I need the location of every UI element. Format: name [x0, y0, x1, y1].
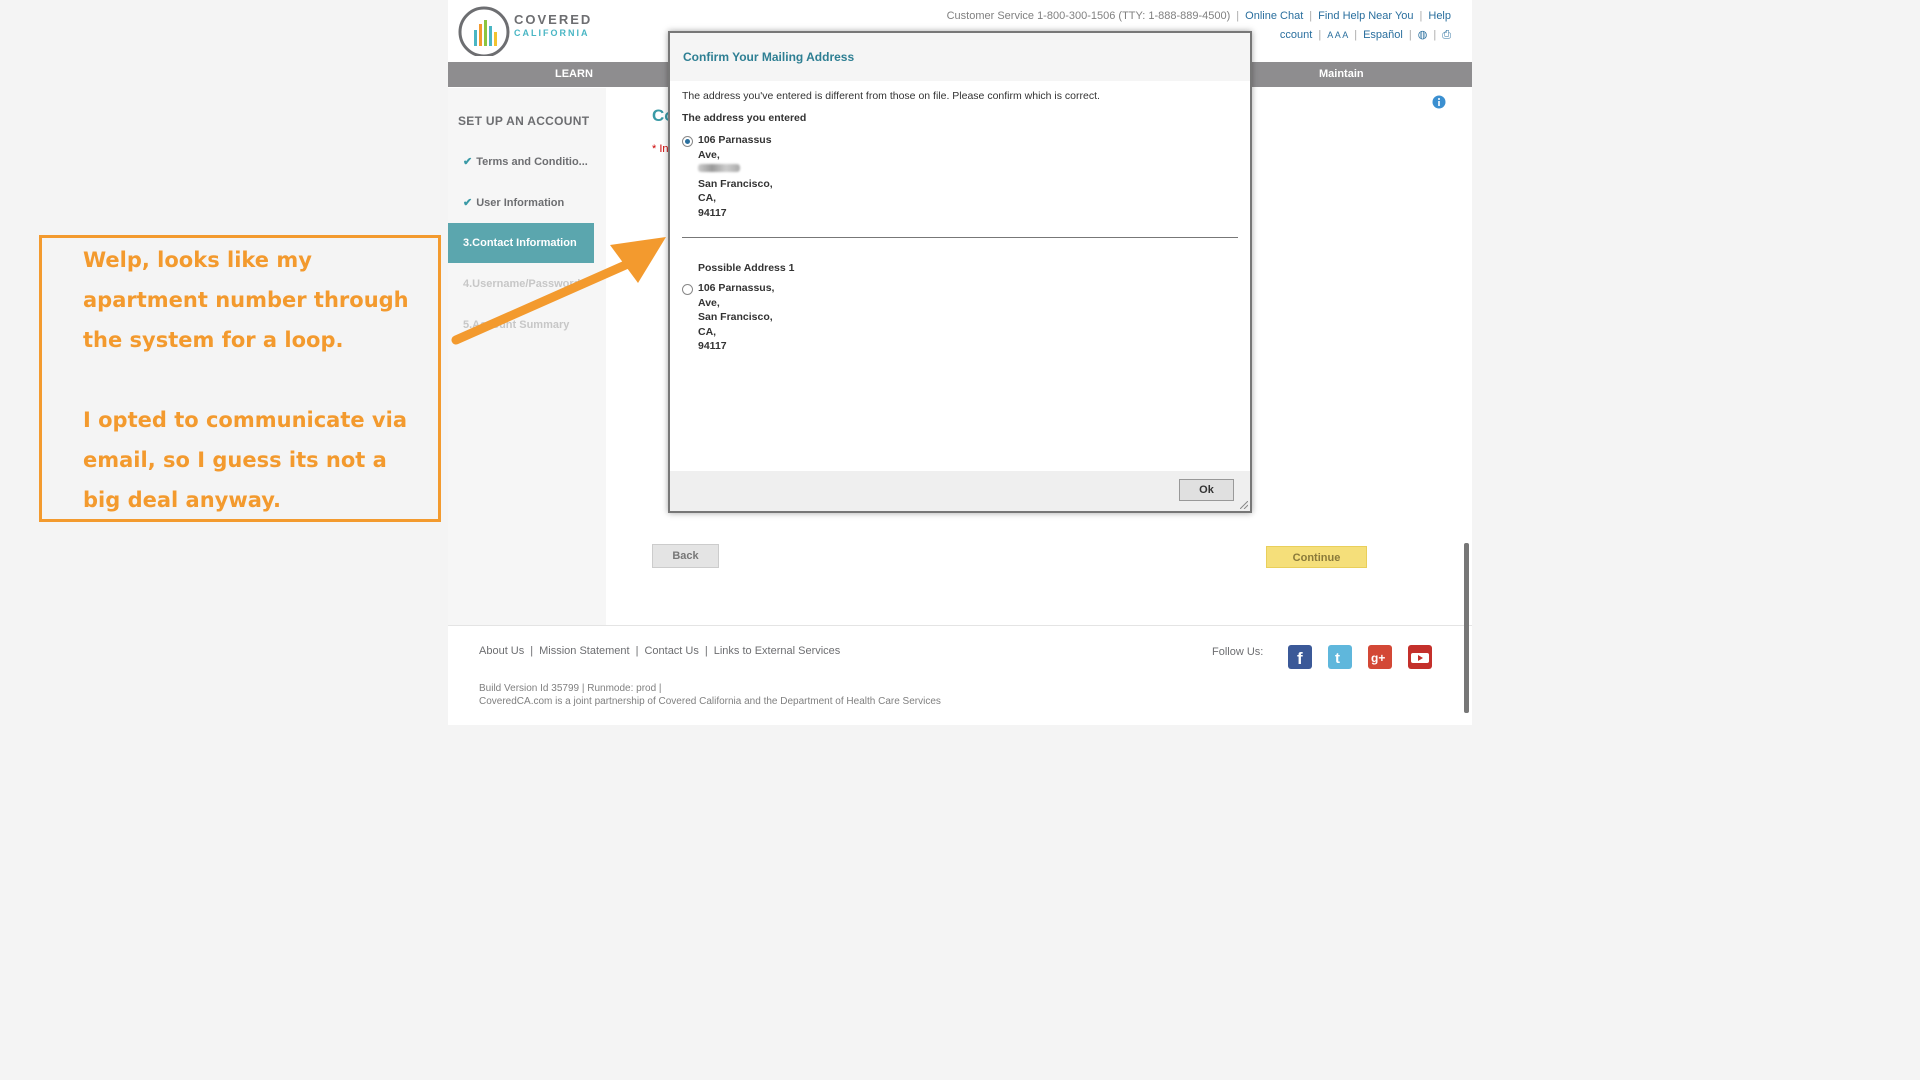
- help-link[interactable]: Help: [1428, 10, 1451, 22]
- address-state: CA,: [698, 192, 717, 204]
- address-city: San Francisco,: [698, 177, 773, 190]
- svg-text:g+: g+: [1371, 651, 1385, 665]
- ok-button[interactable]: Ok: [1179, 479, 1234, 501]
- account-link[interactable]: ccount: [1280, 29, 1312, 41]
- annotation-arrow-icon: [451, 237, 666, 345]
- text-size-control[interactable]: A A A: [1327, 30, 1348, 40]
- dialog-header: Confirm Your Mailing Address: [670, 33, 1250, 81]
- address-zip: 94117: [698, 340, 727, 352]
- svg-text:f: f: [1297, 649, 1303, 668]
- dialog-divider: [682, 237, 1238, 238]
- possible-address-radio[interactable]: [682, 284, 693, 295]
- continue-button[interactable]: Continue: [1266, 546, 1367, 568]
- globe-icon[interactable]: ◍: [1418, 29, 1428, 41]
- address-line1: 106 Parnassus,: [698, 282, 775, 294]
- build-info: Build Version Id 35799 | Runmode: prod |…: [479, 682, 941, 708]
- annotation-line: big deal anyway.: [83, 488, 282, 512]
- possible-address-label: Possible Address 1: [698, 262, 795, 274]
- footer-links: About Us | Mission Statement | Contact Us | Li…: [479, 645, 841, 657]
- espanol-link[interactable]: Español: [1363, 29, 1403, 41]
- address-zip: 94117: [698, 206, 727, 219]
- address-city: San Francisco,: [698, 311, 773, 323]
- annotation-line: email, so I guess its not a: [83, 448, 387, 472]
- follow-us-label: Follow Us:: [1212, 646, 1264, 658]
- svg-text:t: t: [1335, 650, 1340, 667]
- address-line2: Ave,: [698, 148, 720, 161]
- annotation-line: Welp, looks like my: [83, 248, 312, 272]
- annotation-line: I opted to communicate via: [83, 408, 407, 432]
- resize-grip-icon[interactable]: [1240, 501, 1248, 509]
- online-chat-link[interactable]: Online Chat: [1245, 10, 1303, 22]
- footer-link-external[interactable]: Links to External Services: [714, 645, 841, 657]
- entered-address-radio[interactable]: [682, 136, 693, 147]
- info-icon[interactable]: [1432, 95, 1446, 109]
- utility-links-row2: ccount | A A A | Español | ◍ | ⎙: [1279, 29, 1451, 41]
- possible-address: 106 Parnassus, Ave, San Francisco, CA, 9…: [698, 281, 774, 354]
- nav-maintain[interactable]: Maintain: [1319, 68, 1364, 80]
- check-icon: ✔: [463, 156, 473, 168]
- logo-text-covered: COVERED: [514, 12, 593, 27]
- youtube-icon[interactable]: [1408, 645, 1432, 669]
- check-icon: ✔: [463, 197, 473, 209]
- dialog-footer: [670, 471, 1250, 511]
- dialog-message: The address you've entered is different …: [682, 90, 1100, 102]
- partnership-text: CoveredCA.com is a joint partnership of …: [479, 696, 941, 707]
- required-note: * In: [652, 143, 669, 155]
- back-button[interactable]: Back: [652, 544, 719, 568]
- redacted-apartment: [698, 162, 773, 177]
- utility-links: Customer Service 1-800-300-1506 (TTY: 1-…: [946, 10, 1451, 22]
- footer-link-mission[interactable]: Mission Statement: [539, 645, 629, 657]
- print-icon[interactable]: ⎙: [1442, 29, 1451, 41]
- address-line2: Ave,: [698, 296, 720, 309]
- address-line1: 106 Parnassus: [698, 134, 772, 146]
- twitter-icon[interactable]: t: [1328, 645, 1352, 669]
- address-state: CA,: [698, 325, 717, 338]
- entered-address-label: The address you entered: [682, 112, 807, 124]
- footer-link-contact[interactable]: Contact Us: [644, 645, 698, 657]
- logo-text-california: CALIFORNIA: [514, 28, 590, 38]
- customer-service-text: Customer Service 1-800-300-1506 (TTY: 1-…: [946, 10, 1231, 22]
- sidebar-step-label: User Information: [476, 197, 565, 209]
- annotation-line: the system for a loop.: [83, 328, 344, 352]
- footer-link-about[interactable]: About Us: [479, 645, 524, 657]
- nav-learn[interactable]: LEARN: [555, 68, 593, 80]
- sidebar-step-user-info[interactable]: ✔ User Information: [448, 183, 602, 223]
- google-plus-icon[interactable]: g+: [1368, 645, 1392, 669]
- confirm-address-dialog: Confirm Your Mailing Address The address…: [668, 31, 1252, 513]
- dialog-title: Confirm Your Mailing Address: [683, 50, 855, 64]
- find-help-link[interactable]: Find Help Near You: [1318, 10, 1413, 22]
- sidebar-step-label: Terms and Conditio...: [476, 156, 588, 168]
- sidebar-step-terms[interactable]: ✔ Terms and Conditio...: [448, 142, 602, 182]
- annotation-line: apartment number through: [83, 288, 409, 312]
- build-version-text: Build Version Id 35799 | Runmode: prod |: [479, 683, 662, 694]
- page-scrollbar[interactable]: [1464, 543, 1469, 713]
- entered-address: 106 Parnassus Ave, San Francisco, CA, 94…: [698, 133, 773, 220]
- logo-mark-icon: [458, 6, 510, 58]
- sidebar-title: SET UP AN ACCOUNT: [458, 114, 590, 128]
- footer-divider: [448, 625, 1472, 626]
- facebook-icon[interactable]: f: [1288, 645, 1312, 669]
- account-setup-sidebar: SET UP AN ACCOUNT ✔ Terms and Conditio...…: [448, 88, 606, 625]
